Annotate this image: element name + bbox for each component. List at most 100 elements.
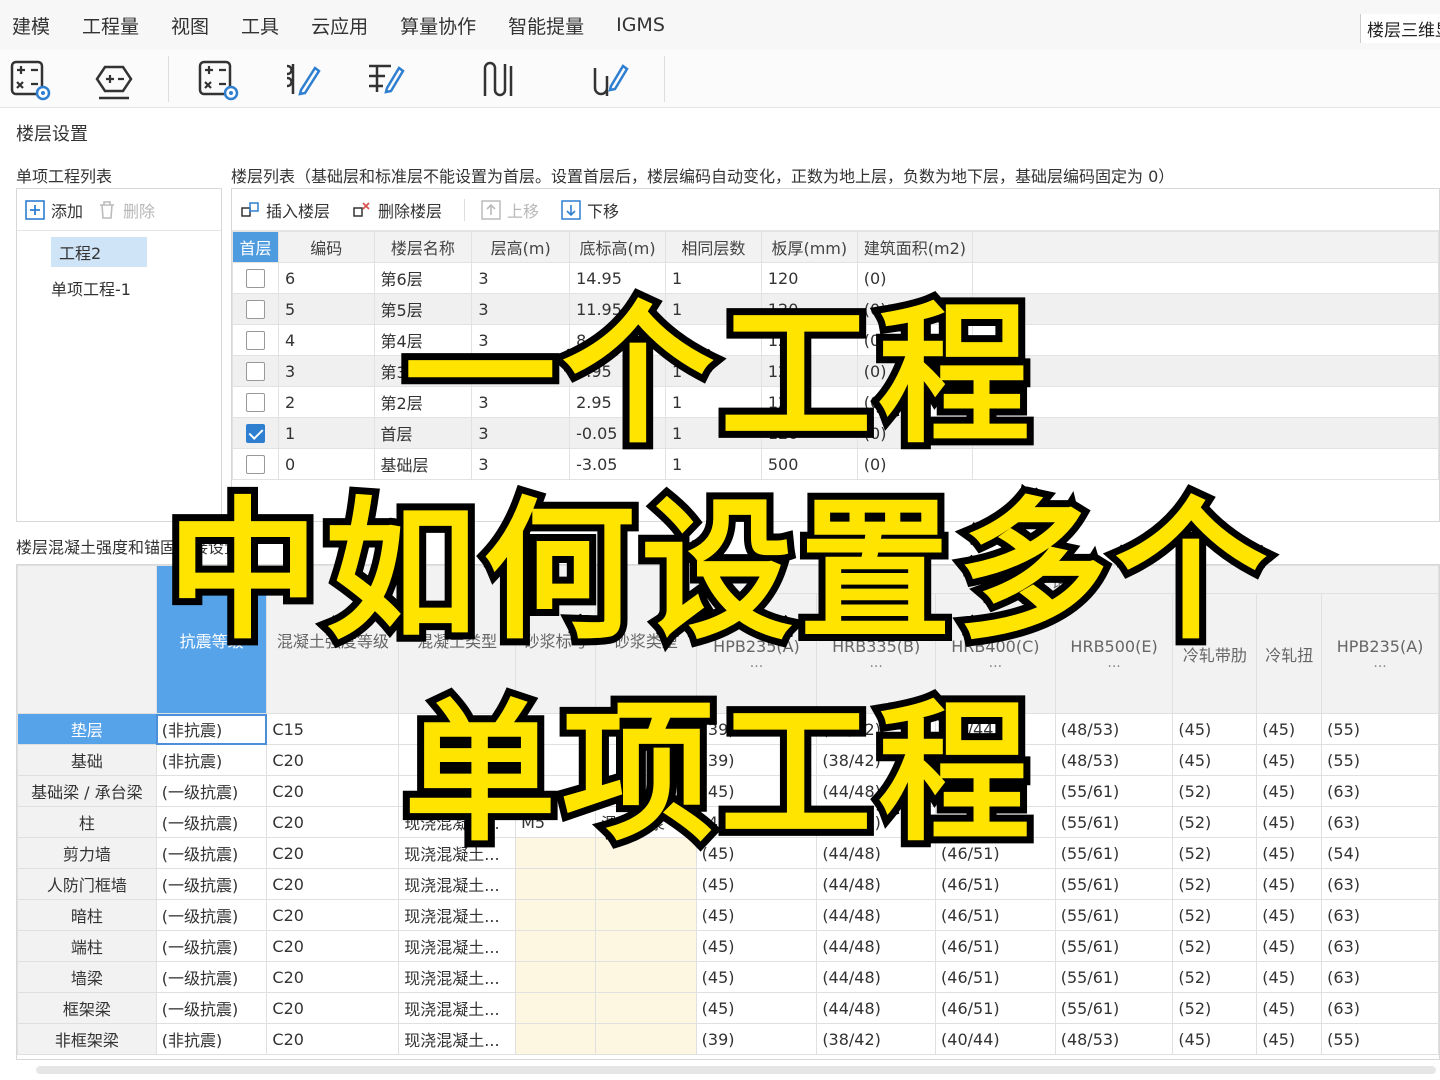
mix-cell-12[interactable]: (63): [1321, 961, 1439, 993]
mix-row[interactable]: 垫层 (非抗震) C15 M5 (39) (38/42) (40/44) (48/53) (45…: [17, 713, 1439, 745]
mix-cell-8[interactable]: (46/51): [935, 992, 1056, 1024]
floor-cell-bottom[interactable]: 2.95: [569, 386, 667, 418]
mix-cell-11[interactable]: (45): [1256, 775, 1323, 807]
mix-cell-4[interactable]: [515, 1023, 597, 1055]
floor-cell-bottom[interactable]: 11.95: [569, 293, 667, 325]
mix-cell-7[interactable]: (44/48): [816, 992, 937, 1024]
floor-cell-name[interactable]: 首层: [373, 417, 473, 449]
floor-cell-height[interactable]: 3: [471, 324, 571, 356]
formula-edit-icon[interactable]: [360, 54, 412, 104]
floor-cell-same[interactable]: 1: [665, 355, 762, 387]
mix-cell-10[interactable]: (52): [1172, 837, 1258, 869]
floor-cell-slab[interactable]: 500: [760, 448, 858, 480]
floor-row[interactable]: 0 基础层 3 -3.05 1 500 (0): [232, 448, 1439, 480]
mix-row[interactable]: 剪力墙 (一级抗震) C20 现浇混凝土... (45) (44/48) (46/51) (5…: [17, 837, 1439, 869]
mix-cell-6[interactable]: (45): [695, 961, 818, 993]
rebar-edit-icon[interactable]: [276, 54, 328, 104]
mix-cell-6[interactable]: (45): [695, 930, 818, 962]
mix-cell-5[interactable]: 混合砂浆: [595, 806, 697, 838]
mix-cell-7[interactable]: (44/48): [816, 868, 937, 900]
delete-floor-button[interactable]: 删除楼层: [352, 198, 442, 222]
menu-item-6[interactable]: 智能提量: [496, 12, 596, 39]
floor-cell-name[interactable]: 第6层: [373, 262, 473, 294]
mix-cell-3[interactable]: 现浇混凝土...: [398, 837, 517, 869]
mix-cell-9[interactable]: (55/61): [1054, 930, 1174, 962]
mix-cell-6[interactable]: (39): [695, 744, 818, 776]
mix-cell-5[interactable]: [595, 837, 697, 869]
mix-cell-8[interactable]: (46/51): [935, 899, 1056, 931]
mix-cell-8[interactable]: (46/51): [935, 868, 1056, 900]
col-header-hrb335[interactable]: HRB335(B)...: [816, 593, 937, 714]
floor-3d-display-toggle[interactable]: 楼层三维显: [1360, 14, 1440, 43]
mix-cell-2[interactable]: C20: [266, 806, 400, 838]
mix-cell-3[interactable]: 现浇混凝土...: [398, 1023, 517, 1055]
mix-cell-7[interactable]: (44/48): [816, 961, 937, 993]
floor-cell-code[interactable]: 5: [277, 293, 375, 325]
menu-item-2[interactable]: 视图: [159, 12, 221, 39]
calculator-settings-icon[interactable]: [4, 54, 56, 104]
project-item-1[interactable]: 工程2: [51, 237, 147, 267]
floor-row[interactable]: 5 第5层 3 11.95 1 120 (0): [232, 293, 1439, 325]
mix-cell-10[interactable]: (52): [1172, 930, 1258, 962]
first-floor-checkbox[interactable]: [245, 269, 265, 288]
floor-cell-same[interactable]: 1: [665, 448, 762, 480]
floor-cell-slab[interactable]: 120: [760, 262, 858, 294]
first-floor-checkbox[interactable]: [245, 455, 265, 474]
mix-cell-10[interactable]: (45): [1172, 1023, 1258, 1055]
col-header-hrb500[interactable]: HRB500(E)...: [1054, 593, 1174, 714]
mix-cell-11[interactable]: (45): [1256, 930, 1323, 962]
mix-cell-9[interactable]: (55/61): [1054, 806, 1174, 838]
move-down-button[interactable]: 下移: [561, 198, 619, 222]
mix-cell-8[interactable]: (46/51): [935, 806, 1056, 838]
floor-row[interactable]: 2 第2层 3 2.95 1 120 (0): [232, 386, 1439, 418]
floor-cell-same[interactable]: 1: [665, 262, 762, 294]
mix-cell-12[interactable]: (55): [1321, 1023, 1439, 1055]
mix-cell-4[interactable]: [515, 837, 597, 869]
mix-cell-6[interactable]: (45): [695, 806, 818, 838]
floor-cell-code[interactable]: 1: [277, 417, 375, 449]
col-header-hpb235-lap[interactable]: HPB235(A)...: [1321, 593, 1439, 714]
first-floor-checkbox[interactable]: [245, 331, 265, 350]
floor-cell-same[interactable]: 1: [665, 417, 762, 449]
floor-cell-slab[interactable]: 120: [760, 355, 858, 387]
mix-cell-6[interactable]: (45): [695, 837, 818, 869]
mix-cell-4[interactable]: [515, 899, 597, 931]
floor-cell-height[interactable]: 3: [471, 448, 571, 480]
mix-cell-3[interactable]: [398, 713, 517, 745]
floor-col-header-2[interactable]: 楼层名称: [373, 231, 473, 263]
mix-cell-4[interactable]: [515, 992, 597, 1024]
mix-cell-9[interactable]: (55/61): [1054, 837, 1174, 869]
floor-cell-name[interactable]: 第3层: [373, 355, 473, 387]
mix-cell-2[interactable]: C20: [266, 899, 400, 931]
floor-cell-height[interactable]: 3: [471, 417, 571, 449]
mix-cell-11[interactable]: (45): [1256, 806, 1323, 838]
col-header-seismic[interactable]: 抗震等级: [155, 565, 268, 714]
mix-cell-8[interactable]: (46/51): [935, 775, 1056, 807]
mix-cell-1[interactable]: (一级抗震): [155, 775, 268, 807]
mix-cell-2[interactable]: C20: [266, 744, 400, 776]
floor-cell-height[interactable]: 3: [471, 262, 571, 294]
first-floor-cell[interactable]: [232, 386, 279, 418]
mix-cell-9[interactable]: (55/61): [1054, 775, 1174, 807]
mix-cell-7[interactable]: (44/48): [816, 930, 937, 962]
floor-cell-bottom[interactable]: -3.05: [569, 448, 667, 480]
mix-cell-10[interactable]: (52): [1172, 961, 1258, 993]
mix-cell-11[interactable]: (45): [1256, 961, 1323, 993]
mix-cell-10[interactable]: (52): [1172, 868, 1258, 900]
mix-cell-10[interactable]: (52): [1172, 992, 1258, 1024]
floor-cell-same[interactable]: 1: [665, 386, 762, 418]
mix-cell-12[interactable]: (63): [1321, 806, 1439, 838]
mix-cell-12[interactable]: (63): [1321, 930, 1439, 962]
mix-cell-5[interactable]: [595, 899, 697, 931]
floor-cell-code[interactable]: 0: [277, 448, 375, 480]
mix-cell-1[interactable]: (非抗震): [155, 713, 268, 745]
floor-col-header-4[interactable]: 底标高(m): [569, 231, 667, 263]
rebar-hook-edit-icon[interactable]: [584, 54, 636, 104]
mix-cell-1[interactable]: (一级抗震): [155, 806, 268, 838]
mix-cell-3[interactable]: 现浇混凝土...: [398, 930, 517, 962]
menu-item-5[interactable]: 算量协作: [388, 12, 488, 39]
calculator-settings-icon[interactable]: [192, 54, 244, 104]
first-floor-checkbox[interactable]: [245, 362, 265, 381]
floor-cell-area[interactable]: (0): [856, 355, 974, 387]
floor-cell-height[interactable]: 3: [471, 355, 571, 387]
